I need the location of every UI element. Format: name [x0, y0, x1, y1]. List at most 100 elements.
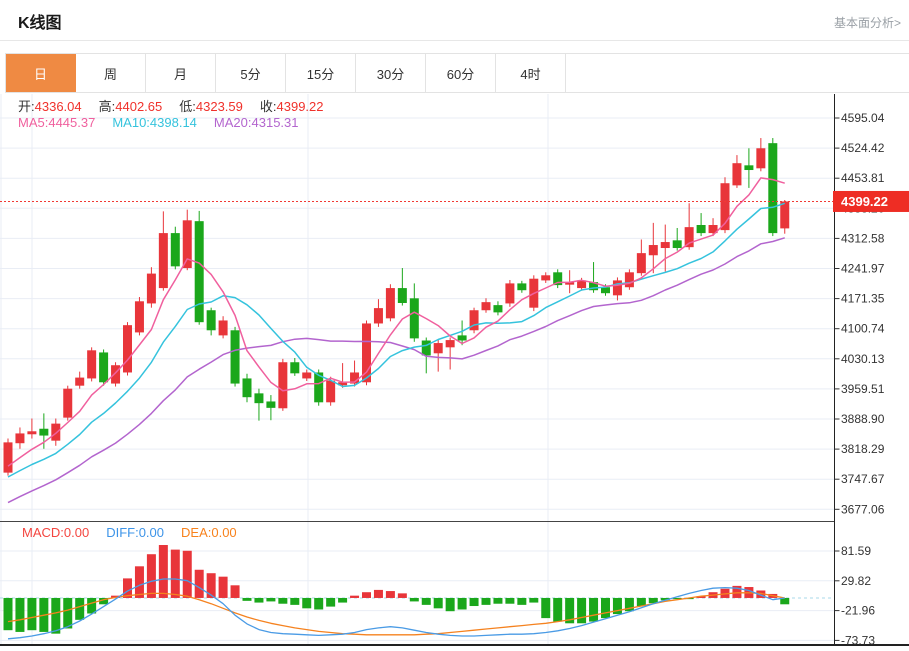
macd-bar [75, 598, 84, 620]
macd-bar [219, 577, 228, 598]
candle [422, 341, 431, 356]
candle [613, 280, 622, 295]
candle [63, 389, 72, 418]
candle [207, 310, 216, 330]
tab-周[interactable]: 周 [76, 54, 146, 92]
candle [458, 335, 467, 340]
candle [254, 393, 263, 403]
macd-bar [398, 593, 407, 598]
candle [362, 323, 371, 382]
candle [649, 245, 658, 255]
candle [302, 372, 311, 378]
candle [266, 401, 275, 407]
y-axis-label: 4171.35 [841, 292, 885, 306]
macd-legend-bar: MACD:0.00 DIFF:0.00 DEA:0.00 [22, 525, 254, 540]
tab-4时[interactable]: 4时 [496, 54, 566, 92]
tab-日[interactable]: 日 [6, 54, 76, 92]
candle [4, 442, 13, 472]
candle [673, 240, 682, 248]
macd-axis-label: 81.59 [841, 544, 871, 558]
macd-bar [207, 573, 216, 598]
candle [243, 378, 252, 397]
dea-legend: DEA:0.00 [181, 525, 237, 540]
candle [601, 287, 610, 293]
tab-15分[interactable]: 15分 [286, 54, 356, 92]
macd-bar [243, 598, 252, 601]
diff-legend: DIFF:0.00 [106, 525, 164, 540]
candle [171, 233, 180, 266]
y-axis-label: 4524.42 [841, 141, 885, 155]
tab-月[interactable]: 月 [146, 54, 216, 92]
macd-bar [254, 598, 263, 603]
candle [756, 148, 765, 168]
candle [482, 302, 491, 310]
candle [219, 320, 228, 335]
candle [326, 381, 335, 403]
y-axis-label: 3959.51 [841, 382, 885, 396]
macd-bar [195, 570, 204, 598]
macd-bar [470, 598, 479, 606]
macd-bar [541, 598, 550, 618]
candle [27, 431, 36, 434]
candle [386, 288, 395, 318]
ma10-legend: MA10:4398.14 [112, 115, 197, 130]
macd-bar [87, 598, 96, 614]
candle [780, 201, 789, 228]
y-axis-label: 4595.04 [841, 111, 885, 125]
macd-bar [458, 598, 467, 610]
macd-bar [4, 598, 13, 630]
candle [183, 220, 192, 268]
candle [123, 325, 132, 372]
candle [111, 365, 120, 383]
macd-bar [362, 592, 371, 598]
macd-bar [15, 598, 24, 632]
candle [39, 429, 48, 436]
candle [434, 343, 443, 353]
tab-30分[interactable]: 30分 [356, 54, 426, 92]
macd-axis-label: -73.73 [841, 633, 875, 647]
macd-bar [27, 598, 36, 630]
macd-axis-label: -21.96 [841, 604, 875, 618]
candle [446, 340, 455, 347]
macd-bar [135, 566, 144, 598]
candle [493, 305, 502, 312]
candle [231, 330, 240, 383]
macd-legend: MACD:0.00 [22, 525, 89, 540]
candle [625, 272, 634, 287]
candle [159, 233, 168, 288]
candle [744, 165, 753, 170]
tab-bar: 日周月5分15分30分60分4时 [5, 53, 909, 93]
y-axis-label: 3818.29 [841, 442, 885, 456]
page-title: K线图 [18, 9, 62, 33]
quote-低: 低:4323.59 [179, 99, 243, 114]
macd-bar [493, 598, 502, 604]
macd-bar [446, 598, 455, 611]
macd-bar [350, 596, 359, 598]
candle [410, 298, 419, 338]
tab-60分[interactable]: 60分 [426, 54, 496, 92]
fundamental-analysis-link[interactable]: 基本面分析> [834, 14, 901, 31]
macd-bar [374, 590, 383, 598]
candle [75, 378, 84, 386]
candle [15, 433, 24, 443]
candle [637, 253, 646, 273]
macd-bar [517, 598, 526, 605]
y-axis-label: 4030.13 [841, 352, 885, 366]
macd-bar [171, 550, 180, 598]
candle [732, 163, 741, 185]
macd-axis-label: 29.82 [841, 574, 871, 588]
tab-5分[interactable]: 5分 [216, 54, 286, 92]
candle [195, 221, 204, 322]
y-axis-label: 3888.90 [841, 412, 885, 426]
ma20-legend: MA20:4315.31 [214, 115, 299, 130]
y-axis-label: 4453.81 [841, 171, 885, 185]
last-price-badge-text: 4399.22 [841, 194, 888, 209]
macd-bar [183, 551, 192, 598]
ma-legend-bar: MA5:4445.37MA10:4398.14MA20:4315.31 [18, 115, 316, 130]
y-axis-label: 4312.58 [841, 231, 885, 245]
macd-bar [482, 598, 491, 605]
macd-bar [147, 554, 156, 598]
macd-bar [266, 598, 275, 601]
y-axis-label: 4100.74 [841, 322, 885, 336]
macd-bar [326, 598, 335, 607]
